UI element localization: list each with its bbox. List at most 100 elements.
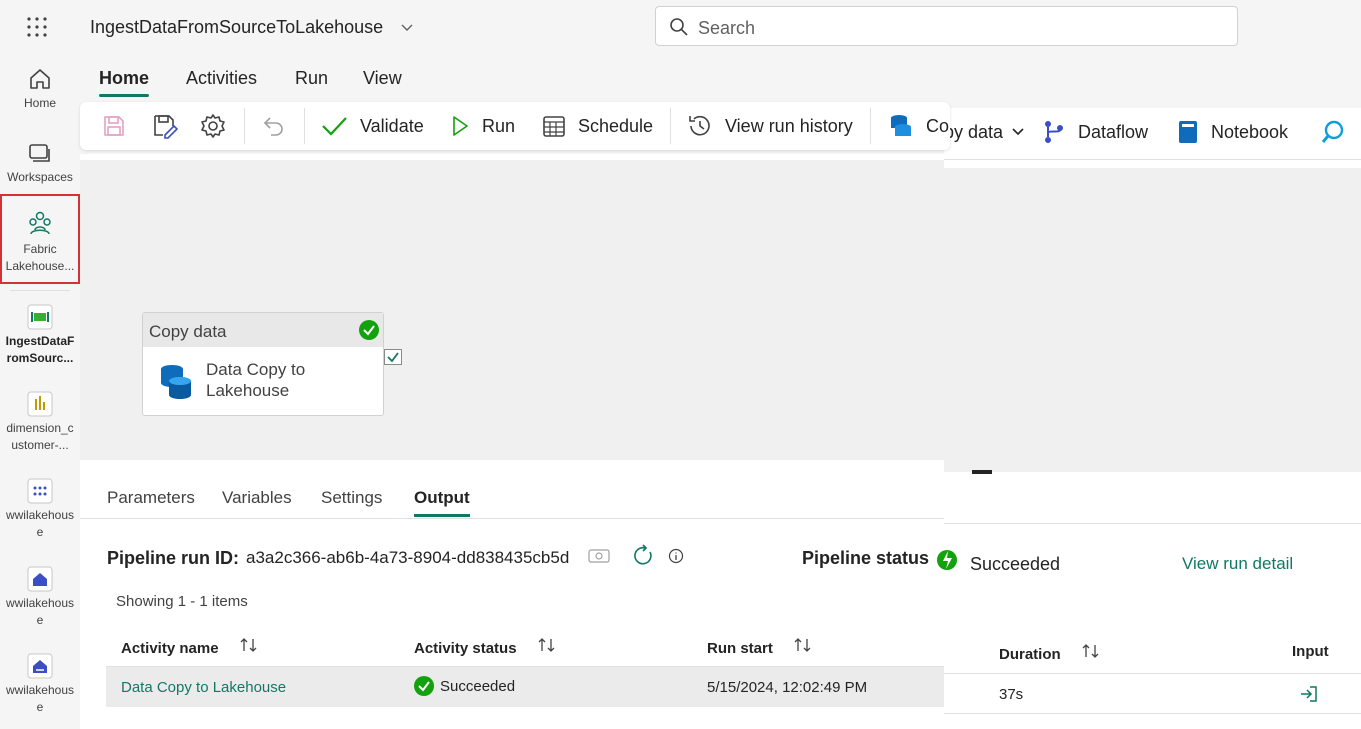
rail-workspaces[interactable]: Workspaces xyxy=(0,142,80,186)
rail-lakehouse-item-3[interactable]: wwilakehous e xyxy=(0,653,80,716)
run-button[interactable]: Run xyxy=(450,102,515,150)
sort-icon[interactable] xyxy=(793,637,813,653)
right-band xyxy=(944,64,1361,108)
schedule-label: Schedule xyxy=(578,115,654,136)
pipeline-name-dropdown[interactable]: IngestDataFromSourceToLakehouse xyxy=(90,17,414,38)
sql-endpoint-icon xyxy=(27,653,53,679)
rail-pipeline-label-2: romSourc... xyxy=(6,351,74,365)
pipeline-run-id: a3a2c366-ab6b-4a73-8904-dd838435cb5d xyxy=(246,548,570,567)
ribbon-toolbar: Validate Run Schedule View run history C… xyxy=(80,100,950,154)
save-button[interactable] xyxy=(102,102,138,150)
activity-name-line2: Lakehouse xyxy=(206,381,290,400)
right-row-bottom-divider xyxy=(944,713,1361,714)
save-edit-icon xyxy=(154,115,178,139)
play-icon xyxy=(453,116,468,136)
on-success-connector[interactable] xyxy=(384,349,402,365)
sort-icon[interactable] xyxy=(537,637,557,653)
copy-icon[interactable] xyxy=(588,548,610,564)
rail-lake1-label-2: e xyxy=(36,525,44,539)
undo-button[interactable] xyxy=(262,102,298,150)
rail-dimension-label-2: ustomer-... xyxy=(11,438,69,452)
dataflow-button[interactable]: Dataflow xyxy=(1042,108,1148,156)
checkmark-icon xyxy=(322,117,347,136)
refresh-icon[interactable] xyxy=(631,544,655,568)
rail-lake2-label-1: wwilakehous xyxy=(5,596,75,610)
rail-divider xyxy=(10,290,70,291)
col-run-start[interactable]: Run start xyxy=(707,637,813,657)
tab-parameters[interactable]: Parameters xyxy=(107,488,195,508)
success-icon xyxy=(359,320,379,340)
rail-lake1-label-1: wwilakehous xyxy=(5,508,75,522)
rail-home-label: Home xyxy=(23,96,56,110)
copy-data-icon xyxy=(891,115,911,136)
success-icon xyxy=(414,676,434,696)
tab-home[interactable]: Home xyxy=(99,68,150,97)
undo-icon xyxy=(263,117,283,136)
validate-button[interactable]: Validate xyxy=(320,102,424,150)
view-run-history-button[interactable]: View run history xyxy=(687,102,853,150)
tab-run[interactable]: Run xyxy=(295,68,328,89)
pipeline-status-label: Pipeline status xyxy=(802,548,930,568)
settings-button[interactable] xyxy=(200,102,238,150)
sort-icon[interactable] xyxy=(1081,643,1101,659)
right-tab-indicator xyxy=(972,470,992,474)
toolbar-divider xyxy=(670,108,671,144)
tab-variables[interactable]: Variables xyxy=(222,488,292,508)
chevron-down-icon xyxy=(1012,128,1024,136)
checkmark-icon xyxy=(387,352,399,363)
tab-output[interactable]: Output xyxy=(414,488,470,517)
lookup-button[interactable] xyxy=(1320,108,1358,156)
activity-type: Copy data xyxy=(149,322,227,341)
rail-lakehouse-item-2[interactable]: wwilakehous e xyxy=(0,566,80,629)
sort-icon[interactable] xyxy=(239,637,259,653)
showing-count: Showing 1 - 1 items xyxy=(116,593,248,610)
rail-lakehouse-item-1[interactable]: wwilakehous e xyxy=(0,478,80,541)
toolbar-divider xyxy=(304,108,305,144)
report-icon xyxy=(27,391,53,417)
pipeline-run-id-label: Pipeline run ID: xyxy=(107,548,240,568)
rail-dimension-label-1: dimension_c xyxy=(6,421,74,435)
save-as-button[interactable] xyxy=(152,102,190,150)
pipeline-canvas[interactable]: Copy data Data Copy to Lakehouse xyxy=(80,160,944,460)
view-run-detail-link[interactable]: View run detail xyxy=(1182,554,1293,574)
search-placeholder: Search xyxy=(698,18,756,38)
dataflow-icon xyxy=(1045,121,1063,143)
rail-fabric-label-1: Fabric xyxy=(23,242,57,256)
table-row[interactable]: Data Copy to Lakehouse Succeeded 5/15/20… xyxy=(106,666,944,707)
rail-pipeline-item[interactable]: IngestDataF romSourc... xyxy=(0,304,80,367)
rail-pipeline-label-1: IngestDataF xyxy=(5,334,75,348)
copy-data-activity[interactable]: Copy data Data Copy to Lakehouse xyxy=(142,312,384,416)
tab-settings[interactable]: Settings xyxy=(321,488,382,508)
col-activity-status-label: Activity status xyxy=(414,640,517,657)
rail-lake3-label-1: wwilakehous xyxy=(5,683,75,697)
home-icon xyxy=(30,69,50,89)
rail-lake2-label-2: e xyxy=(36,613,44,627)
tab-activities[interactable]: Activities xyxy=(186,68,257,89)
col-duration[interactable]: Duration xyxy=(999,643,1101,663)
info-icon[interactable] xyxy=(668,548,684,564)
duration-value: 37s xyxy=(999,686,1024,703)
activity-body: Data Copy to Lakehouse xyxy=(143,347,383,415)
activity-name-link[interactable]: Data Copy to Lakehouse xyxy=(121,679,286,696)
copy-data-dropdown[interactable]: py data xyxy=(944,108,1037,156)
col-activity-status[interactable]: Activity status xyxy=(414,637,557,657)
input-icon[interactable] xyxy=(1299,684,1319,704)
notebook-button[interactable]: Notebook xyxy=(1177,108,1288,156)
save-icon xyxy=(104,116,124,136)
schedule-button[interactable]: Schedule xyxy=(542,102,653,150)
status-succeeded-icon xyxy=(937,550,957,570)
toolbar-divider xyxy=(870,108,871,144)
rail-fabric-lakehouse[interactable]: Fabric Lakehouse... xyxy=(0,194,80,284)
search-input[interactable]: Search xyxy=(655,6,1238,46)
rail-home[interactable]: Home xyxy=(0,66,80,112)
rail-dimension-item[interactable]: dimension_c ustomer-... xyxy=(0,391,80,454)
right-row-divider xyxy=(944,673,1361,674)
copy-data-button[interactable]: Co xyxy=(888,102,949,150)
dataflow-label: Dataflow xyxy=(1078,121,1149,142)
tab-view[interactable]: View xyxy=(363,68,402,89)
copy-data-label-cut: Co xyxy=(926,115,950,136)
col-activity-name[interactable]: Activity name xyxy=(121,637,259,657)
calendar-icon xyxy=(543,116,565,137)
validate-label: Validate xyxy=(360,115,424,136)
app-launcher-icon[interactable] xyxy=(26,16,48,38)
